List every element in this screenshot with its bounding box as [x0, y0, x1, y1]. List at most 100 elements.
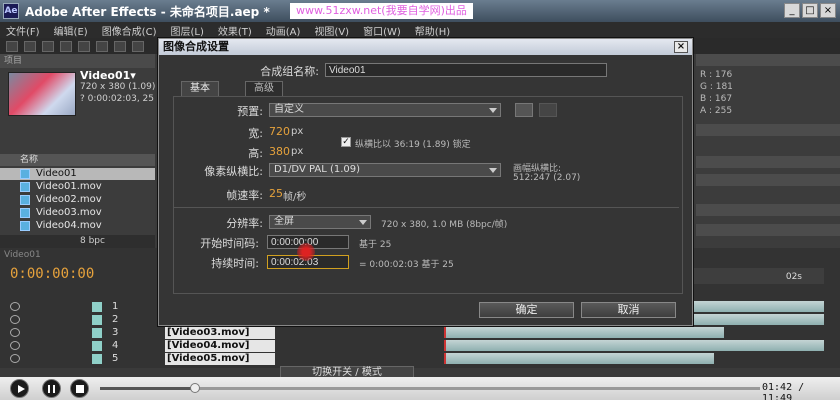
visibility-eye-icon[interactable]	[10, 328, 20, 337]
movie-file-icon	[20, 182, 30, 192]
visibility-eye-icon[interactable]	[10, 315, 20, 324]
preview-panel-tab[interactable]	[696, 124, 840, 136]
character-panel-tab[interactable]	[696, 174, 840, 186]
composition-icon	[20, 169, 30, 179]
frame-rate-unit: 帧/秒	[283, 192, 307, 203]
frame-aspect-value: 512:247 (2.07)	[513, 173, 581, 183]
pen-tool-icon[interactable]	[114, 40, 126, 52]
visibility-eye-icon[interactable]	[10, 341, 20, 350]
layer-duration-bar[interactable]	[444, 340, 824, 351]
movie-file-icon	[20, 208, 30, 218]
layer-number: 1	[112, 301, 119, 312]
comp-thumbnail	[8, 72, 76, 116]
menu-effect[interactable]: 效果(T)	[218, 23, 252, 38]
width-unit: px	[291, 126, 304, 137]
project-item[interactable]: Video01.mov	[0, 181, 155, 193]
zoom-tool-icon[interactable]	[42, 40, 54, 52]
layer-duration-bar[interactable]	[444, 327, 724, 338]
bit-depth-indicator[interactable]: 8 bpc	[0, 235, 155, 248]
dialog-close-button[interactable]: ×	[674, 41, 688, 53]
frame-rate-value[interactable]: 25	[269, 187, 283, 200]
effects-panel-tab[interactable]	[696, 156, 840, 168]
layer-color-label[interactable]	[92, 328, 102, 338]
tab-advanced[interactable]: 高级	[245, 81, 283, 97]
layer-color-label[interactable]	[92, 354, 102, 364]
layer-number: 5	[112, 353, 119, 364]
playback-progress-track[interactable]	[100, 383, 760, 393]
resolution-select[interactable]: 全屏	[269, 215, 371, 229]
pan-behind-tool-icon[interactable]	[96, 40, 108, 52]
project-tab[interactable]: 项目	[0, 54, 155, 68]
menu-edit[interactable]: 编辑(E)	[54, 23, 88, 38]
play-button[interactable]	[10, 379, 29, 398]
project-list-header[interactable]: 名称	[0, 154, 155, 166]
layer-name[interactable]: [Video05.mov]	[165, 353, 275, 365]
playback-progress-fill	[100, 387, 196, 390]
delete-preset-icon[interactable]	[539, 103, 557, 117]
layer-name[interactable]: [Video04.mov]	[165, 340, 275, 352]
project-item[interactable]: Video03.mov	[0, 207, 155, 219]
ruler-label: 02s	[785, 272, 802, 282]
maximize-button[interactable]: □	[802, 3, 818, 18]
camera-tool-icon[interactable]	[78, 40, 90, 52]
project-comp-duration: ? 0:00:02:03, 25	[80, 94, 154, 104]
text-tool-icon[interactable]	[132, 40, 144, 52]
layer-number: 3	[112, 327, 119, 338]
title-bar: Ae Adobe After Effects - 未命名项目.aep * www…	[0, 0, 840, 22]
start-timecode-label: 开始时间码:	[200, 237, 259, 250]
layer-color-label[interactable]	[92, 341, 102, 351]
playback-time: 01:42 / 11:49	[762, 382, 805, 400]
visibility-eye-icon[interactable]	[10, 354, 20, 363]
play-icon	[18, 385, 25, 393]
layer-color-label[interactable]	[92, 302, 102, 312]
ok-button[interactable]: 确定	[479, 302, 574, 318]
menu-view[interactable]: 视图(V)	[314, 23, 349, 38]
selection-tool-icon[interactable]	[6, 40, 18, 52]
dialog-title-bar[interactable]: 图像合成设置 ×	[159, 39, 692, 55]
playback-scrubber[interactable]	[190, 383, 201, 393]
resolution-info: 720 x 380, 1.0 MB (8bpc/帧)	[381, 220, 508, 230]
height-value[interactable]: 380	[269, 145, 290, 158]
layer-row[interactable]: 3 [Video03.mov]	[0, 327, 440, 339]
project-item[interactable]: Video01	[0, 168, 155, 180]
width-value[interactable]: 720	[269, 125, 290, 138]
save-preset-icon[interactable]	[515, 103, 533, 117]
current-timecode[interactable]: 0:00:00:00	[10, 266, 94, 282]
layer-row[interactable]: 5 [Video05.mov]	[0, 353, 440, 365]
movie-file-icon	[20, 195, 30, 205]
project-comp-name[interactable]: Video01▾	[80, 69, 136, 82]
height-label: 高:	[248, 147, 263, 160]
font-select[interactable]	[696, 204, 840, 216]
duration-info: = 0:00:02:03 基于 25	[359, 260, 454, 270]
tab-basic[interactable]: 基本	[181, 81, 219, 97]
menu-layer[interactable]: 图层(L)	[170, 23, 203, 38]
font-size-field[interactable]	[696, 224, 840, 236]
minimize-button[interactable]: _	[784, 3, 800, 18]
layer-name[interactable]: [Video03.mov]	[165, 327, 275, 339]
timeline-tab[interactable]: Video01	[4, 250, 41, 260]
layer-row[interactable]: 4 [Video04.mov]	[0, 340, 440, 352]
stop-button[interactable]	[70, 379, 89, 398]
width-label: 宽:	[248, 127, 263, 140]
menu-help[interactable]: 帮助(H)	[415, 23, 450, 38]
preset-select[interactable]: 自定义	[269, 103, 501, 117]
pause-button[interactable]	[42, 379, 61, 398]
menu-file[interactable]: 文件(F)	[6, 23, 40, 38]
menu-composition[interactable]: 图像合成(C)	[102, 23, 157, 38]
comp-name-input[interactable]	[325, 63, 607, 77]
info-panel-tab[interactable]	[696, 54, 840, 66]
layer-duration-bar[interactable]	[444, 353, 714, 364]
cancel-button[interactable]: 取消	[581, 302, 676, 318]
project-item[interactable]: Video02.mov	[0, 194, 155, 206]
layer-color-label[interactable]	[92, 315, 102, 325]
visibility-eye-icon[interactable]	[10, 302, 20, 311]
menu-bar: 文件(F) 编辑(E) 图像合成(C) 图层(L) 效果(T) 动画(A) 视图…	[0, 22, 840, 38]
lock-aspect-checkbox[interactable]: ✓	[341, 137, 351, 147]
menu-animation[interactable]: 动画(A)	[266, 23, 301, 38]
rotate-tool-icon[interactable]	[60, 40, 72, 52]
menu-window[interactable]: 窗口(W)	[363, 23, 401, 38]
pixel-aspect-select[interactable]: D1/DV PAL (1.09)	[269, 163, 501, 177]
close-window-button[interactable]: ×	[820, 3, 836, 18]
project-item[interactable]: Video04.mov	[0, 220, 155, 232]
hand-tool-icon[interactable]	[24, 40, 36, 52]
